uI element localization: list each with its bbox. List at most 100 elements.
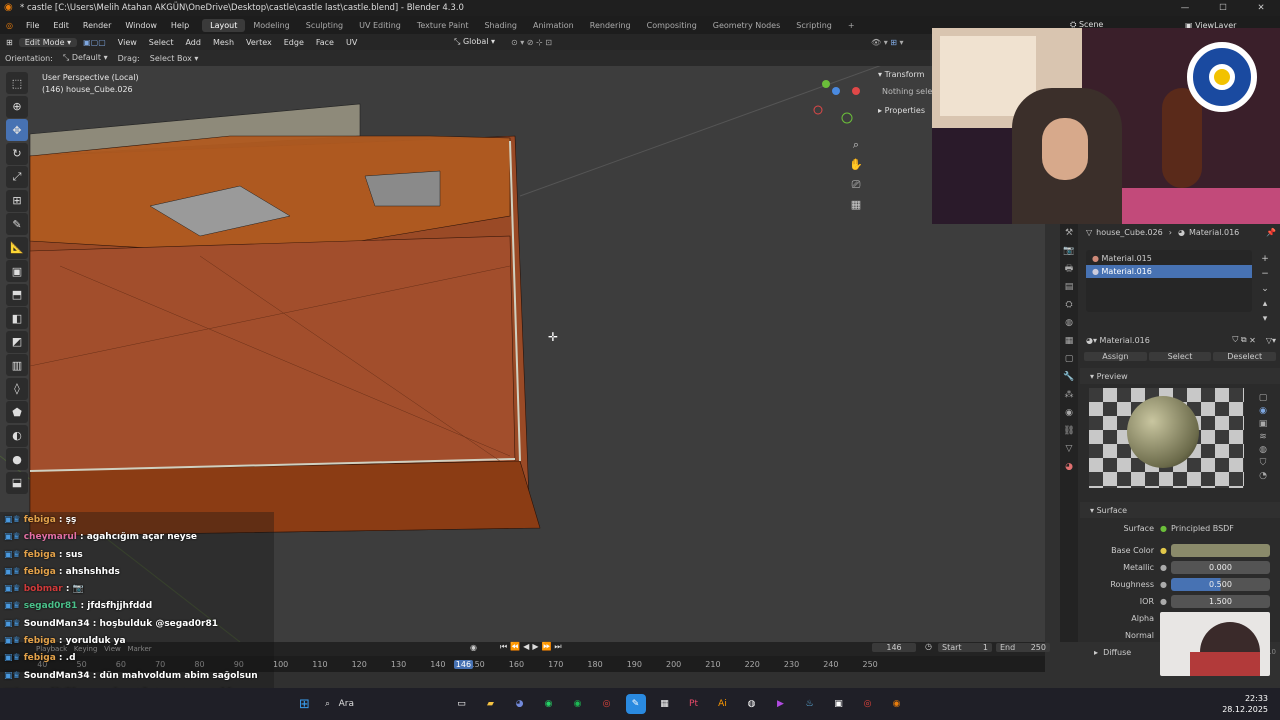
edge-slide-tool-icon[interactable]: ⬓ [6, 471, 28, 494]
hair-preview-icon[interactable]: ≋ [1256, 431, 1270, 444]
tool-tab-icon[interactable]: ⚒ [1060, 224, 1078, 242]
particles-tab-icon[interactable]: ⁂ [1060, 386, 1078, 404]
steam-icon[interactable]: ♨ [800, 694, 820, 714]
bevel-tool-icon[interactable]: ◩ [6, 330, 28, 353]
sphere-preview-icon[interactable]: ◉ [1256, 405, 1270, 418]
header-view[interactable]: View [112, 38, 143, 47]
illustrator-icon[interactable]: Ai [713, 694, 733, 714]
rotate-tool-icon[interactable]: ↻ [6, 142, 28, 165]
blender-taskbar-icon[interactable]: ◉ [887, 694, 907, 714]
playback-controls[interactable]: ⏮⏪◀▶⏩⏭ [500, 642, 565, 652]
select-mode-icons[interactable]: ▣▢▢ [77, 38, 112, 47]
move-down-icon[interactable]: ▾ [1258, 312, 1272, 327]
material-tab-icon[interactable]: ◕ [1060, 458, 1078, 476]
pen-app-icon[interactable]: ✎ [625, 694, 646, 714]
system-clock[interactable]: 22:33 28.12.2025 [1222, 693, 1268, 715]
tab-modeling[interactable]: Modeling [245, 19, 297, 32]
deselect-button[interactable]: Deselect [1213, 351, 1277, 361]
whatsapp-icon[interactable]: ◉ [539, 694, 559, 714]
measure-tool-icon[interactable]: 📐 [6, 236, 28, 259]
auto-key-icon[interactable]: ◉ [470, 643, 477, 652]
roughness-field[interactable]: 0.500 [1170, 577, 1270, 591]
collection-tab-icon[interactable]: ▦ [1060, 332, 1078, 350]
add-workspace-button[interactable]: + [840, 19, 863, 32]
editor-type-icon[interactable]: ⊞ [0, 38, 19, 47]
transform-tool-icon[interactable]: ⊞ [6, 189, 28, 212]
store-icon[interactable]: ▦ [655, 694, 675, 714]
slot-menu-icon[interactable]: ⌄ [1258, 282, 1272, 297]
menu-render[interactable]: Render [76, 21, 118, 30]
constraints-tab-icon[interactable]: ⛓ [1060, 422, 1078, 440]
inset-tool-icon[interactable]: ◧ [6, 307, 28, 329]
navigation-gizmo[interactable]: ⌕ ✋ ⎚ ▦ [810, 76, 870, 211]
surface-shader-dropdown[interactable]: Principled BSDF [1171, 524, 1234, 533]
header-select[interactable]: Select [143, 38, 180, 47]
metallic-field[interactable]: 0.000 [1170, 560, 1270, 574]
end-field[interactable]: End 250 [996, 643, 1050, 652]
tab-animation[interactable]: Animation [525, 19, 582, 32]
tab-layout[interactable]: Layout [202, 18, 246, 32]
base-color-swatch[interactable] [1170, 543, 1270, 557]
tab-shading[interactable]: Shading [476, 19, 525, 32]
material-slot-1[interactable]: ● Material.015 [1086, 252, 1252, 265]
substance-painter-icon[interactable]: Pt [684, 694, 704, 714]
world-tab-icon[interactable]: ◍ [1060, 314, 1078, 332]
header-add[interactable]: Add [179, 38, 207, 47]
properties-panel-header[interactable]: ▸ Properties [878, 106, 938, 115]
tab-sculpting[interactable]: Sculpting [298, 19, 351, 32]
header-mesh[interactable]: Mesh [207, 38, 240, 47]
select-button[interactable]: Select [1148, 351, 1212, 361]
file-explorer-icon[interactable]: ▰ [481, 694, 501, 714]
move-tool-icon[interactable]: ✥ [6, 119, 28, 141]
header-uv[interactable]: UV [340, 38, 363, 47]
camera-view-icon[interactable]: ⎚ [848, 178, 864, 194]
view-layer-tab-icon[interactable]: ▤ [1060, 278, 1078, 296]
tab-geometry-nodes[interactable]: Geometry Nodes [705, 19, 788, 32]
blender-menu-icon[interactable]: ◎ [0, 21, 19, 30]
tab-texture-paint[interactable]: Texture Paint [409, 19, 477, 32]
material-name-field[interactable]: Material.016 [1100, 336, 1233, 345]
data-tab-icon[interactable]: ▽ [1060, 440, 1078, 458]
current-frame-field[interactable]: 146 [872, 643, 916, 652]
select-tool-icon[interactable]: ⬚ [6, 72, 28, 94]
material-slot-2[interactable]: ● Material.016 [1086, 265, 1252, 278]
discord-icon[interactable]: ◕ [510, 694, 530, 714]
transform-panel-header[interactable]: ▾ Transform [878, 70, 938, 79]
menu-edit[interactable]: Edit [46, 21, 76, 30]
spin-tool-icon[interactable]: ◐ [6, 424, 28, 447]
tab-rendering[interactable]: Rendering [582, 19, 639, 32]
close-button[interactable]: ✕ [1242, 0, 1280, 16]
chrome-icon-2[interactable]: ◎ [858, 694, 878, 714]
pin-icon[interactable]: 📌 [1266, 228, 1276, 237]
menu-file[interactable]: File [19, 21, 46, 30]
surface-header[interactable]: ▾ Surface [1080, 502, 1280, 518]
filter-icon[interactable]: ▽▾ [1266, 336, 1276, 345]
assign-button[interactable]: Assign [1084, 351, 1147, 361]
scale-tool-icon[interactable]: ⤢ [6, 166, 28, 188]
video-app-icon[interactable]: ▶ [771, 694, 791, 714]
ior-field[interactable]: 1.500 [1170, 594, 1270, 608]
smooth-tool-icon[interactable]: ● [6, 448, 28, 470]
preview-header[interactable]: ▾ Preview [1080, 368, 1280, 384]
pivot-snap-icons[interactable]: ⊙ ▾ ⊘ ⊹ ⊡ [505, 38, 558, 47]
zoom-icon[interactable]: ⌕ [848, 138, 864, 154]
shader-ball-icon[interactable]: ◍ [1256, 444, 1270, 457]
taskbar-search[interactable]: ⌕ Ara [319, 694, 447, 714]
orientation-dropdown[interactable]: ⤡ Default ▾ [58, 53, 113, 63]
unlink-icon[interactable]: ✕ [1247, 336, 1256, 345]
menu-window[interactable]: Window [118, 21, 164, 30]
spotify-icon[interactable]: ◉ [568, 694, 588, 714]
flat-preview-icon[interactable]: ▢ [1256, 392, 1270, 405]
material-browse-icon[interactable]: ◕▾ [1086, 336, 1100, 345]
transform-orientation-dropdown[interactable]: ⤡ Global ▾ [448, 37, 501, 47]
move-up-icon[interactable]: ▴ [1258, 297, 1272, 312]
cube-preview-icon[interactable]: ▣ [1256, 418, 1270, 431]
knife-tool-icon[interactable]: ◊ [6, 377, 28, 400]
chrome-icon[interactable]: ◎ [597, 694, 617, 714]
tab-compositing[interactable]: Compositing [639, 19, 705, 32]
pan-hand-icon[interactable]: ✋ [848, 158, 864, 174]
maximize-button[interactable]: ☐ [1204, 0, 1242, 16]
modifier-tab-icon[interactable]: 🔧 [1060, 368, 1078, 386]
drag-dropdown[interactable]: Select Box ▾ [145, 54, 204, 63]
scene-tab-icon[interactable]: ⛭ [1060, 296, 1078, 314]
